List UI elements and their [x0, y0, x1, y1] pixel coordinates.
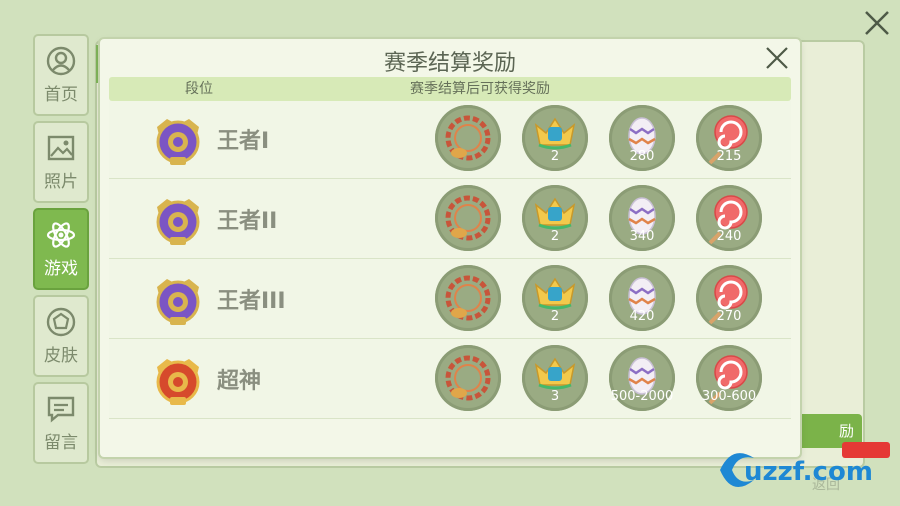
reward-item[interactable]: 340: [609, 185, 675, 251]
atom-icon: [46, 221, 76, 248]
sidebar-item-skins[interactable]: 皮肤: [33, 295, 89, 377]
reward-item[interactable]: [435, 105, 501, 171]
frame-icon: [445, 275, 491, 321]
table-row: 王者II 2 340 240: [109, 179, 791, 259]
watermark-logo: uzzf.com: [720, 442, 890, 488]
reward-item[interactable]: 3: [522, 345, 588, 411]
table-header: 段位 赛季结算后可获得奖励: [109, 77, 791, 101]
table-row: 王者I 2 280 215: [109, 101, 791, 179]
tier-name: 王者I: [217, 129, 270, 154]
frame-icon: [445, 195, 491, 241]
reward-item[interactable]: 280: [609, 105, 675, 171]
reward-item[interactable]: [435, 345, 501, 411]
reward-item[interactable]: 270: [696, 265, 762, 331]
season-reward-modal: 赛季结算奖励 段位 赛季结算后可获得奖励 大师III2220190王者I2280…: [100, 39, 800, 457]
sidebar-item-home[interactable]: 首页: [33, 34, 89, 116]
table-row: 超神 3 500-2000 300-600: [109, 339, 791, 419]
reward-item[interactable]: 2: [522, 265, 588, 331]
reward-item[interactable]: 500-2000: [609, 345, 675, 411]
sidebar-item-label: 首页: [44, 84, 78, 105]
image-icon: [47, 135, 75, 160]
sidebar-item-photos[interactable]: 照片: [33, 121, 89, 203]
sidebar-item-label: 游戏: [44, 258, 78, 279]
sidebar-item-messages[interactable]: 留言: [33, 382, 89, 464]
tier-badge-icon: [151, 113, 205, 167]
sidebar-item-label: 留言: [44, 432, 78, 453]
table-row: 王者III 2 420 270: [109, 259, 791, 339]
reward-amount: 300-600: [701, 389, 757, 404]
reward-item[interactable]: 2: [522, 185, 588, 251]
sidebar-item-label: 照片: [44, 171, 78, 192]
gem-icon: [46, 307, 76, 336]
reward-amount: 270: [716, 309, 742, 324]
reward-item[interactable]: 215: [696, 105, 762, 171]
reward-item[interactable]: [435, 265, 501, 331]
tier-badge-icon: [151, 353, 205, 407]
reward-item[interactable]: 240: [696, 185, 762, 251]
tier-name: 超神: [217, 369, 262, 394]
modal-title: 赛季结算奖励: [383, 51, 516, 76]
svg-text:uzzf.com: uzzf.com: [744, 457, 873, 487]
close-icon[interactable]: [764, 45, 790, 71]
reward-item[interactable]: 300-600: [696, 345, 762, 411]
message-icon: [47, 396, 75, 423]
reward-list[interactable]: 大师III2220190王者I2280215王者II2340240王者III24…: [109, 101, 791, 451]
sidebar-item-label: 皮肤: [44, 345, 78, 366]
reward-amount: 240: [716, 229, 742, 244]
frame-icon: [445, 115, 491, 161]
column-header-reward: 赛季结算后可获得奖励: [410, 81, 550, 97]
tier-badge-icon: [151, 273, 205, 327]
reward-item[interactable]: 420: [609, 265, 675, 331]
column-header-tier: 段位: [185, 81, 213, 97]
reward-amount: 215: [716, 149, 742, 164]
tier-badge-icon: [151, 193, 205, 247]
frame-icon: [445, 355, 491, 401]
user-icon: [46, 46, 76, 75]
tier-name: 王者III: [217, 289, 286, 314]
top-close-icon[interactable]: [862, 8, 892, 38]
sidebar: 首页 照片 游戏 皮肤 留言: [33, 34, 89, 469]
tier-name: 王者II: [217, 209, 278, 234]
reward-item[interactable]: [435, 185, 501, 251]
reward-item[interactable]: 2: [522, 105, 588, 171]
sidebar-item-games[interactable]: 游戏: [33, 208, 89, 290]
